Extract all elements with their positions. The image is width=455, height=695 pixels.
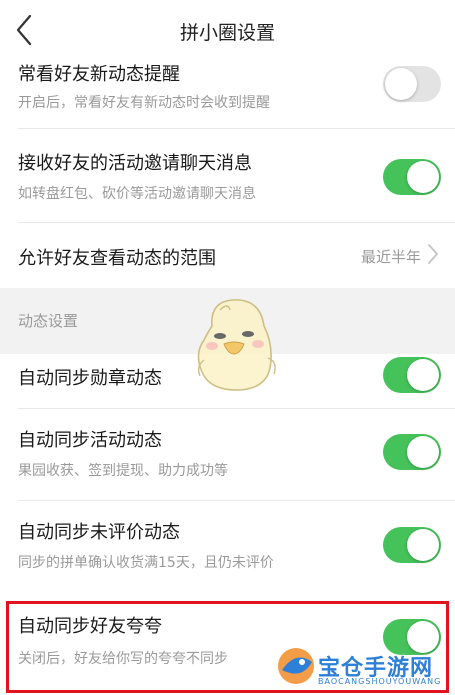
setting-description: 如转盘红包、砍价等活动邀请聊天消息 <box>18 186 256 202</box>
toggle-knob <box>407 161 439 193</box>
toggle-knob <box>407 359 439 391</box>
toggle-sync-unreviewed[interactable] <box>383 527 441 563</box>
toggle-knob <box>407 436 439 468</box>
setting-description: 果园收获、签到提现、助力成功等 <box>18 463 228 479</box>
setting-label: 常看好友新动态提醒 <box>18 64 180 85</box>
chevron-right-icon <box>428 244 438 264</box>
setting-row-activity-invite-messages: 接收好友的活动邀请聊天消息 如转盘红包、砍价等活动邀请聊天消息 <box>0 129 455 221</box>
toggle-frequent-friend-alert[interactable] <box>383 66 441 102</box>
duck-mascot-icon <box>197 299 276 391</box>
setting-label: 自动同步未评价动态 <box>18 522 180 543</box>
setting-label: 自动同步活动动态 <box>18 430 162 451</box>
setting-label: 自动同步勋章动态 <box>18 368 162 389</box>
setting-row-sync-activity: 自动同步活动动态 果园收获、签到提现、助力成功等 <box>0 409 455 499</box>
section-title: 动态设置 <box>18 312 79 330</box>
toggle-knob <box>385 68 417 100</box>
toggle-activity-invite-messages[interactable] <box>383 159 441 195</box>
setting-row-frequent-friend-alert: 常看好友新动态提醒 开启后，常看好友有新动态时会收到提醒 <box>0 56 455 126</box>
setting-row-visibility-range[interactable]: 允许好友查看动态的范围 最近半年 <box>0 223 455 287</box>
page-title: 拼小圈设置 <box>179 22 275 44</box>
toggle-sync-badge[interactable] <box>383 357 441 393</box>
header-bar: 拼小圈设置 <box>0 0 455 56</box>
setting-label: 允许好友查看动态的范围 <box>18 248 216 269</box>
setting-row-sync-unreviewed: 自动同步未评价动态 同步的拼单确认收货满15天，且仍未评价 <box>0 501 455 597</box>
setting-description: 开启后，常看好友有新动态时会收到提醒 <box>18 95 270 111</box>
watermark-subtext: BAOCANGSHOUYOUWANG <box>318 677 442 686</box>
watermark-logo-icon <box>278 648 314 684</box>
visibility-range-value: 最近半年 <box>360 248 421 266</box>
toggle-sync-activity[interactable] <box>383 434 441 470</box>
setting-label: 接收好友的活动邀请聊天消息 <box>18 153 252 174</box>
watermark: 宝仓手游网 BAOCANGSHOUYOUWANG <box>272 634 452 694</box>
toggle-knob <box>407 529 439 561</box>
setting-description: 同步的拼单确认收货满15天，且仍未评价 <box>18 555 274 571</box>
